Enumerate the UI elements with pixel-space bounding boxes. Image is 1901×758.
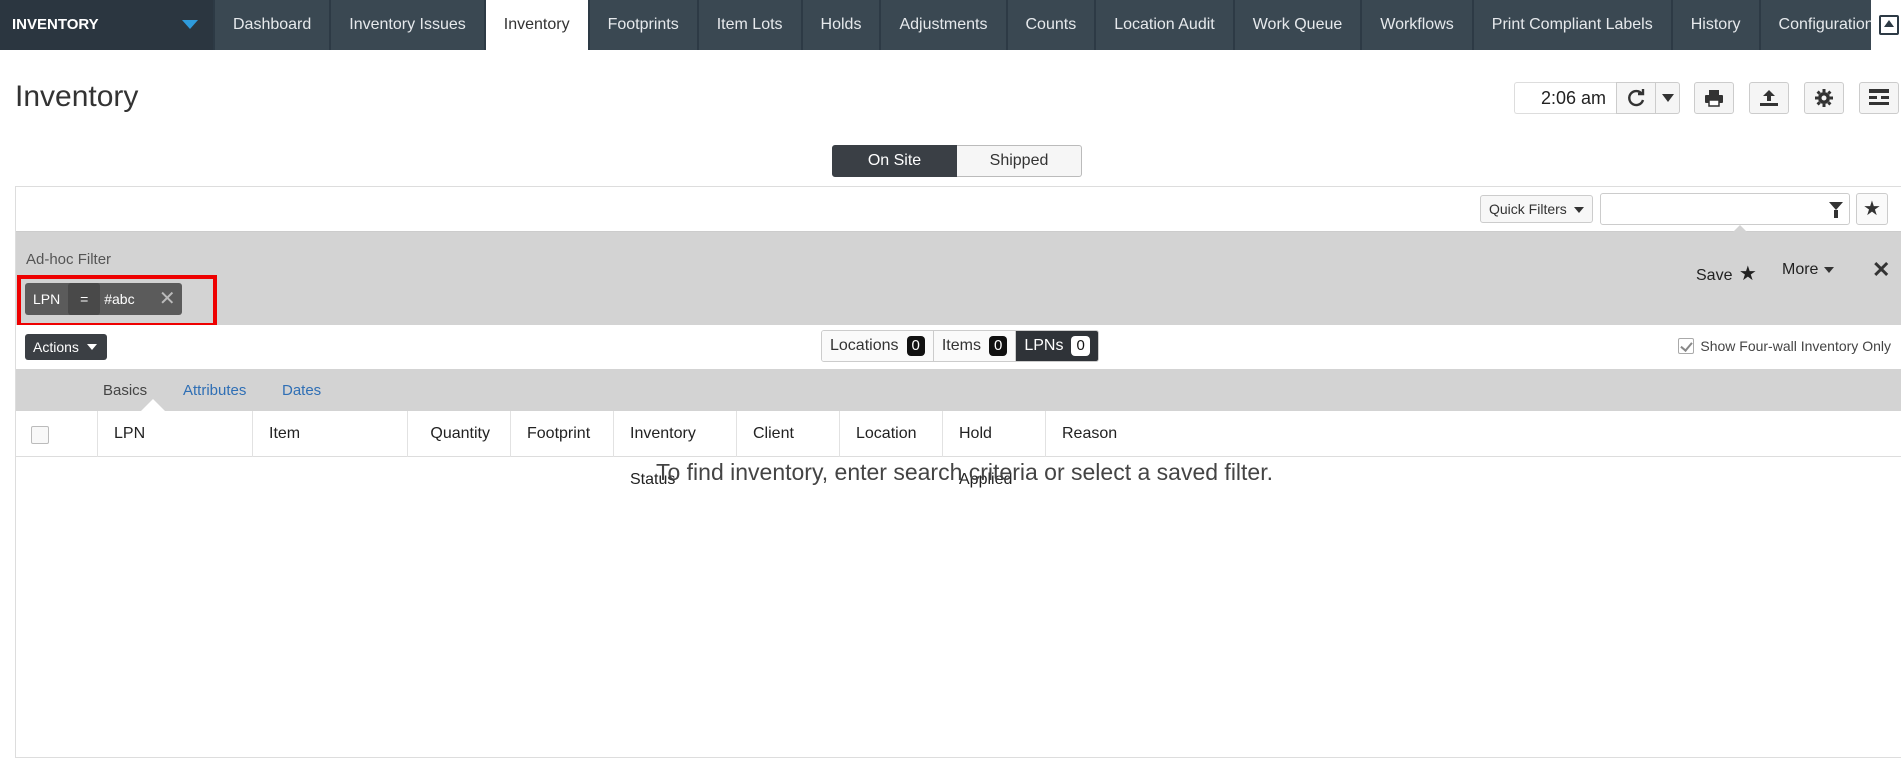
column-header-footprint[interactable]: Footprint: [510, 411, 613, 457]
more-label: More: [1782, 261, 1819, 278]
adhoc-filter-panel: Ad-hoc Filter LPN = #abc ✕ Save ★ More ✕: [16, 232, 1901, 327]
upload-icon: [1760, 90, 1778, 106]
module-name: INVENTORY: [12, 16, 99, 33]
module-selector[interactable]: INVENTORY: [0, 0, 213, 50]
page-title: Inventory: [15, 80, 139, 113]
caret-down-icon: [1824, 266, 1835, 273]
layout-icon: [1869, 89, 1889, 105]
tab-holds[interactable]: Holds: [802, 0, 882, 50]
page-toolbar: 2:06 am: [1514, 82, 1901, 114]
actions-row: Actions Locations 0 Items 0 LPNs 0 Show …: [16, 325, 1901, 369]
count-badge: 0: [1071, 336, 1090, 356]
count-label: Items: [941, 337, 981, 354]
actions-button[interactable]: Actions: [25, 334, 107, 360]
caret-down-icon: [1661, 94, 1674, 102]
column-header-lpn[interactable]: LPN: [97, 411, 252, 457]
top-nav: INVENTORY Dashboard Inventory Issues Inv…: [0, 0, 1901, 50]
refresh-options-button[interactable]: [1656, 82, 1680, 114]
tab-workflows[interactable]: Workflows: [1362, 0, 1474, 50]
caret-down-icon: [87, 344, 97, 350]
grid-header: LPN Item Quantity Footprint Inventory St…: [16, 411, 1901, 488]
print-button[interactable]: [1694, 82, 1734, 114]
tab-print-compliant-labels[interactable]: Print Compliant Labels: [1473, 0, 1673, 50]
funnel-icon[interactable]: [1829, 202, 1843, 218]
tab-inventory[interactable]: Inventory: [485, 0, 590, 50]
fourwall-label: Show Four-wall Inventory Only: [1700, 338, 1891, 354]
printer-icon: [1705, 90, 1723, 107]
on-site-toggle[interactable]: On Site: [832, 145, 957, 177]
fourwall-option[interactable]: Show Four-wall Inventory Only: [1678, 338, 1891, 354]
select-all-checkbox[interactable]: [31, 426, 49, 444]
count-badge: 0: [988, 336, 1008, 356]
save-filter-button[interactable]: Save ★: [1696, 261, 1757, 286]
column-header-hold-applied[interactable]: Hold Applied: [942, 411, 1045, 488]
count-tabs: Locations 0 Items 0 LPNs 0: [821, 330, 1099, 362]
tab-counts[interactable]: Counts: [1007, 0, 1097, 50]
save-filter-label: Save: [1696, 267, 1733, 284]
locations-count-tab[interactable]: Locations 0: [822, 331, 934, 361]
last-refresh-time: 2:06 am: [1514, 82, 1616, 114]
layout-button[interactable]: [1859, 82, 1899, 114]
column-group-tabs: Basics Attributes Dates: [16, 369, 1901, 411]
filter-bar: Quick Filters ★: [16, 187, 1901, 239]
column-header-reason[interactable]: Reason: [1045, 411, 1148, 457]
filter-chip-value[interactable]: #abc: [100, 283, 152, 315]
items-count-tab[interactable]: Items 0: [933, 331, 1017, 361]
more-menu-button[interactable]: More: [1782, 261, 1835, 279]
lpns-count-tab[interactable]: LPNs 0: [1016, 331, 1098, 361]
count-label: Locations: [830, 337, 899, 354]
tab-history[interactable]: History: [1672, 0, 1761, 50]
collapse-header-icon[interactable]: [1871, 0, 1901, 50]
subtab-attributes[interactable]: Attributes: [183, 382, 246, 399]
actions-label: Actions: [33, 339, 79, 355]
tab-dashboard[interactable]: Dashboard: [215, 0, 332, 50]
tab-adjustments[interactable]: Adjustments: [881, 0, 1008, 50]
adhoc-filter-label: Ad-hoc Filter: [26, 251, 112, 268]
gear-icon: [1815, 89, 1833, 107]
column-header-client[interactable]: Client: [736, 411, 839, 457]
subtab-dates[interactable]: Dates: [282, 382, 321, 399]
tab-work-queue[interactable]: Work Queue: [1234, 0, 1363, 50]
close-adhoc-icon[interactable]: ✕: [1872, 257, 1890, 283]
remove-filter-icon[interactable]: ✕: [152, 283, 182, 315]
quick-filters-label: Quick Filters: [1489, 201, 1567, 217]
refresh-icon: [1628, 89, 1645, 107]
quick-filters-button[interactable]: Quick Filters: [1480, 195, 1593, 223]
filter-chip[interactable]: LPN = #abc ✕: [25, 283, 183, 315]
fourwall-checkbox[interactable]: [1678, 338, 1695, 354]
filter-chip-operator[interactable]: =: [68, 283, 101, 315]
column-header-location[interactable]: Location: [839, 411, 942, 457]
filter-chip-field[interactable]: LPN: [25, 283, 68, 315]
tab-location-audit[interactable]: Location Audit: [1096, 0, 1235, 50]
caret-down-icon: [182, 20, 198, 29]
export-button[interactable]: [1749, 82, 1789, 114]
site-view-toggle: On Site Shipped: [832, 145, 1082, 177]
caret-down-icon: [1574, 207, 1584, 213]
refresh-button[interactable]: [1616, 82, 1656, 114]
tab-inventory-issues[interactable]: Inventory Issues: [331, 0, 486, 50]
filter-search-input[interactable]: [1600, 193, 1850, 225]
column-header-inventory-status[interactable]: Inventory Status: [613, 411, 736, 488]
nav-tabs: Dashboard Inventory Issues Inventory Foo…: [215, 0, 1901, 50]
inventory-panel: Quick Filters ★ Ad-hoc Filter LPN = #abc…: [15, 186, 1901, 758]
column-header-item[interactable]: Item: [252, 411, 407, 457]
tab-footprints[interactable]: Footprints: [589, 0, 699, 50]
star-icon: ★: [1863, 198, 1881, 220]
count-badge: 0: [906, 336, 925, 356]
column-header-quantity[interactable]: Quantity: [407, 411, 510, 457]
count-label: LPNs: [1024, 337, 1064, 354]
star-icon: ★: [1738, 263, 1757, 285]
favorite-filters-button[interactable]: ★: [1856, 193, 1888, 225]
subtab-pointer: [141, 399, 165, 411]
tab-item-lots[interactable]: Item Lots: [698, 0, 803, 50]
shipped-toggle[interactable]: Shipped: [957, 145, 1082, 177]
subtab-basics[interactable]: Basics: [103, 382, 147, 399]
settings-button[interactable]: [1804, 82, 1844, 114]
empty-grid-message: To find inventory, enter search criteria…: [655, 459, 1274, 485]
